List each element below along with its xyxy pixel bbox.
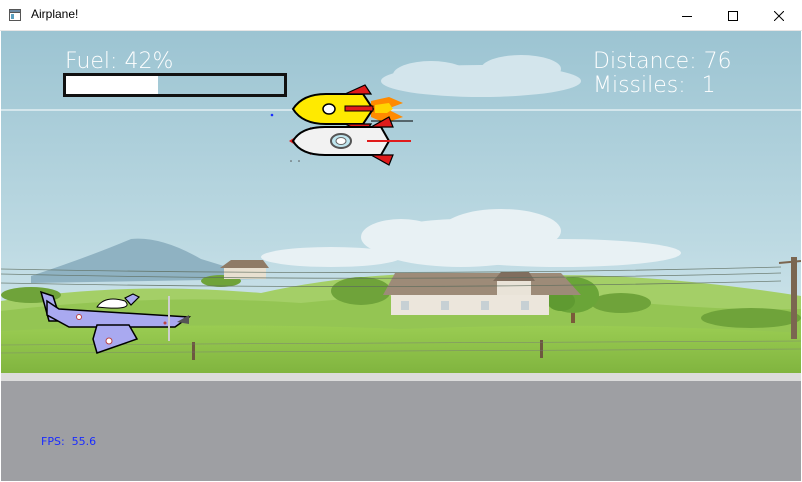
fuel-bar [63,73,287,97]
missiles-label: Missiles: [593,73,686,98]
game-scene [1,31,801,481]
title-bar: Airplane! [0,0,802,31]
minimize-icon [682,15,692,17]
fps-label: FPS: [41,435,65,448]
fence-post [540,340,543,358]
distance-readout: Distance: 76 [593,49,732,74]
utility-pole [791,257,797,339]
fence-post [192,342,195,360]
close-icon [774,10,784,21]
distance-label: Distance: [593,49,697,74]
missiles-readout: Missiles: 1 [593,73,716,98]
fps-value: 55.6 [71,435,97,448]
maximize-button[interactable] [710,0,756,31]
game-canvas[interactable]: Fuel: 42% Distance: 76 Missiles: 1 FPS: 5… [1,31,801,481]
maximize-icon [728,10,738,21]
fps-counter: FPS: 55.6 [41,435,96,448]
fuel-label: Fuel: 42% [65,49,173,74]
close-button[interactable] [756,0,802,31]
fuel-value: 42% [124,49,174,74]
window-title: Airplane! [31,7,79,21]
missiles-value: 1 [701,73,716,98]
debug-dot [270,113,274,117]
distance-value: 76 [703,49,732,74]
app-icon [9,9,21,21]
fuel-bar-fill [66,76,158,94]
minimize-button[interactable] [664,0,710,31]
small-house [220,260,269,279]
road [1,381,801,481]
curb [1,373,801,381]
fuel-label-text: Fuel: [65,49,118,74]
